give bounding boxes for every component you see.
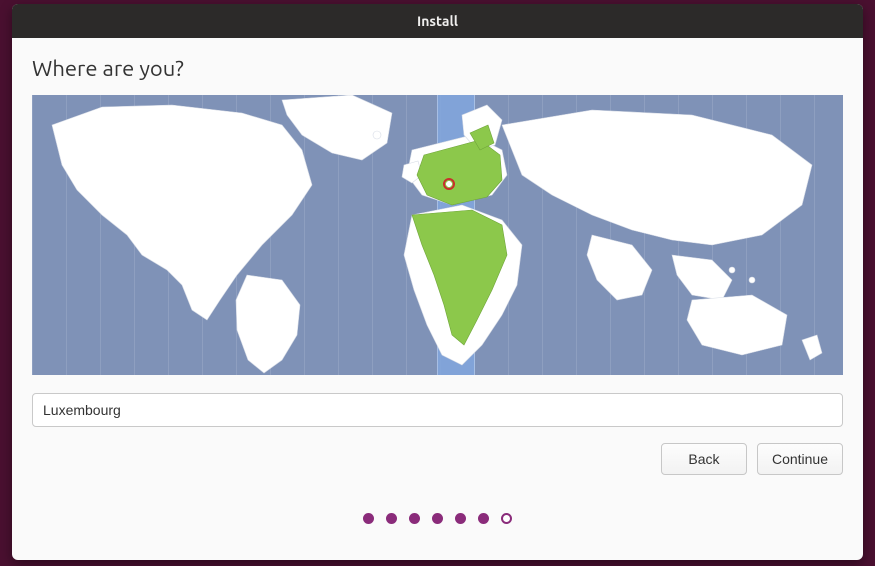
back-button[interactable]: Back bbox=[661, 443, 747, 475]
progress-dot bbox=[501, 513, 512, 524]
progress-dots bbox=[32, 513, 843, 524]
progress-dot bbox=[409, 513, 420, 524]
titlebar: Install bbox=[12, 4, 863, 38]
progress-dot bbox=[432, 513, 443, 524]
page-heading: Where are you? bbox=[32, 56, 843, 81]
location-pin-icon bbox=[443, 178, 455, 190]
progress-dot bbox=[478, 513, 489, 524]
continue-button[interactable]: Continue bbox=[757, 443, 843, 475]
timezone-map[interactable] bbox=[32, 95, 843, 375]
installer-window: Install Where are you? bbox=[12, 4, 863, 560]
nav-buttons: Back Continue bbox=[32, 443, 843, 475]
progress-dot bbox=[363, 513, 374, 524]
world-map-svg bbox=[32, 95, 843, 375]
progress-dot bbox=[455, 513, 466, 524]
progress-dot bbox=[386, 513, 397, 524]
window-title: Install bbox=[417, 13, 458, 29]
location-input[interactable] bbox=[32, 393, 843, 427]
content-area: Where are you? bbox=[12, 38, 863, 560]
